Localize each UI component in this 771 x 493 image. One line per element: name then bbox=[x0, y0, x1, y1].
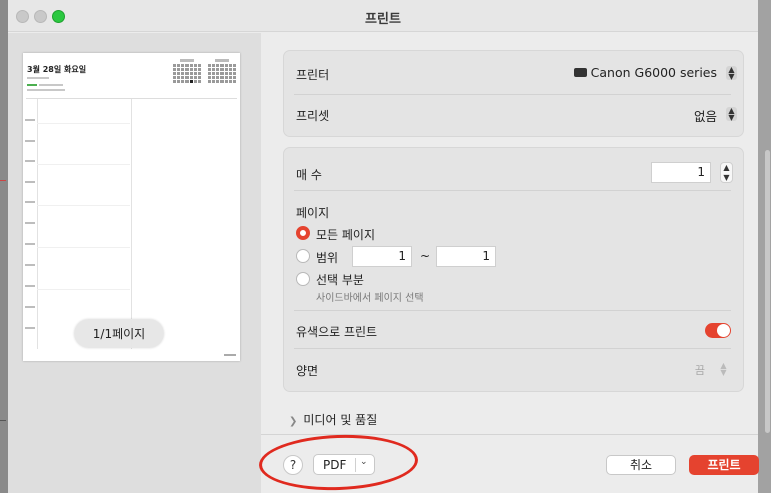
pdf-menu-button[interactable]: PDF ⌄ bbox=[313, 454, 375, 475]
copies-label: 매 수 bbox=[296, 168, 322, 182]
preset-popup-chevron-icon[interactable]: ▲ ▼ bbox=[726, 107, 737, 122]
preview-column-line bbox=[131, 99, 132, 349]
print-button[interactable]: 프린트 bbox=[689, 455, 759, 475]
preview-time-label bbox=[25, 160, 35, 162]
preview-column-line bbox=[37, 99, 38, 349]
selection-label[interactable]: 선택 부분 bbox=[316, 271, 364, 288]
preview-text-line bbox=[39, 84, 63, 86]
preview-time-label bbox=[25, 181, 35, 183]
range-separator: ~ bbox=[420, 249, 431, 263]
separator bbox=[294, 94, 731, 95]
pdf-button-label: PDF bbox=[323, 458, 347, 472]
media-quality-disclosure[interactable]: ❯ 미디어 및 품질 bbox=[289, 411, 377, 428]
selection-radio[interactable] bbox=[296, 272, 310, 286]
pages-label: 페이지 bbox=[296, 206, 330, 220]
preview-time-label bbox=[25, 327, 35, 329]
preview-time-label bbox=[25, 243, 35, 245]
cancel-button[interactable]: 취소 bbox=[606, 455, 676, 475]
preview-grid-line bbox=[37, 164, 130, 165]
range-to-field[interactable]: 1 bbox=[436, 246, 496, 267]
print-options-panel: 매 수 1 ▲ ▼ 페이지 모든 페이지 범위 1 ~ 1 선택 부분 사이드바에… bbox=[283, 147, 744, 392]
printer-popup-chevron-icon[interactable]: ▲ ▼ bbox=[726, 66, 737, 81]
selection-sub-label: 사이드바에서 페이지 선택 bbox=[316, 293, 424, 304]
color-print-label: 유색으로 프린트 bbox=[296, 325, 378, 339]
copies-stepper[interactable]: ▲ ▼ bbox=[720, 162, 733, 183]
preview-mini-calendar bbox=[208, 59, 236, 92]
background-mark bbox=[0, 180, 6, 181]
preview-grid-line bbox=[37, 205, 130, 206]
preview-time-label bbox=[25, 264, 35, 266]
preview-time-label bbox=[25, 285, 35, 287]
preview-text-line bbox=[27, 84, 37, 86]
duplex-popup: 끔 bbox=[694, 364, 705, 377]
copies-field[interactable]: 1 bbox=[651, 162, 711, 183]
all-pages-label[interactable]: 모든 페이지 bbox=[316, 226, 375, 243]
pdf-button-divider bbox=[355, 458, 356, 472]
print-dialog: 프린트 3월 28일 화요일 1/1페이지 프린터 Canon G6000 se… bbox=[8, 0, 759, 493]
preset-popup[interactable]: 없음 bbox=[694, 106, 717, 125]
range-label[interactable]: 범위 bbox=[316, 249, 338, 266]
range-from-field[interactable]: 1 bbox=[352, 246, 412, 267]
chevron-right-icon: ❯ bbox=[289, 416, 298, 427]
dialog-button-bar: ? PDF ⌄ 취소 프린트 bbox=[261, 434, 759, 493]
printer-value: Canon G6000 series bbox=[590, 65, 717, 80]
preview-time-label bbox=[25, 140, 35, 142]
chevron-down-icon[interactable]: ⌄ bbox=[360, 457, 368, 467]
printer-preset-panel: 프린터 Canon G6000 series ▲ ▼ 프리셋 없음 ▲ ▼ bbox=[283, 50, 744, 137]
duplex-label: 양면 bbox=[296, 364, 319, 378]
preview-page-title: 3월 28일 화요일 bbox=[27, 65, 87, 74]
background-scrollbar[interactable] bbox=[765, 150, 770, 433]
separator bbox=[294, 348, 731, 349]
preview-mini-calendar bbox=[173, 59, 201, 92]
printer-icon bbox=[573, 68, 587, 77]
preview-grid-line bbox=[37, 289, 130, 290]
preview-time-label bbox=[25, 201, 35, 203]
all-pages-radio[interactable] bbox=[296, 226, 310, 240]
preview-grid-line bbox=[37, 123, 130, 124]
printer-label: 프린터 bbox=[296, 68, 330, 82]
preview-text-line bbox=[27, 77, 49, 79]
preview-time-label bbox=[25, 306, 35, 308]
window-title: 프린트 bbox=[365, 12, 401, 27]
page-preview[interactable]: 3월 28일 화요일 bbox=[23, 53, 240, 361]
preview-grid-line bbox=[37, 247, 130, 248]
printer-popup[interactable]: Canon G6000 series bbox=[573, 65, 717, 80]
preview-text-line bbox=[27, 89, 65, 91]
separator bbox=[294, 310, 731, 311]
title-bar: 프린트 bbox=[8, 0, 758, 32]
preset-label: 프리셋 bbox=[296, 109, 330, 123]
background-mark bbox=[0, 420, 6, 421]
media-quality-label: 미디어 및 품질 bbox=[303, 413, 378, 427]
range-radio[interactable] bbox=[296, 249, 310, 263]
preview-footer-text bbox=[224, 354, 236, 356]
page-indicator: 1/1페이지 bbox=[74, 319, 164, 348]
print-preview-pane: 3월 28일 화요일 1/1페이지 bbox=[8, 33, 261, 493]
print-settings-pane: 프린터 Canon G6000 series ▲ ▼ 프리셋 없음 ▲ ▼ 매 수 … bbox=[261, 33, 758, 493]
separator bbox=[294, 190, 731, 191]
preview-time-label bbox=[25, 119, 35, 121]
duplex-popup-chevron-icon: ▲ ▼ bbox=[720, 361, 727, 377]
help-button[interactable]: ? bbox=[283, 455, 303, 475]
color-print-toggle[interactable] bbox=[705, 323, 731, 338]
preview-time-label bbox=[25, 222, 35, 224]
